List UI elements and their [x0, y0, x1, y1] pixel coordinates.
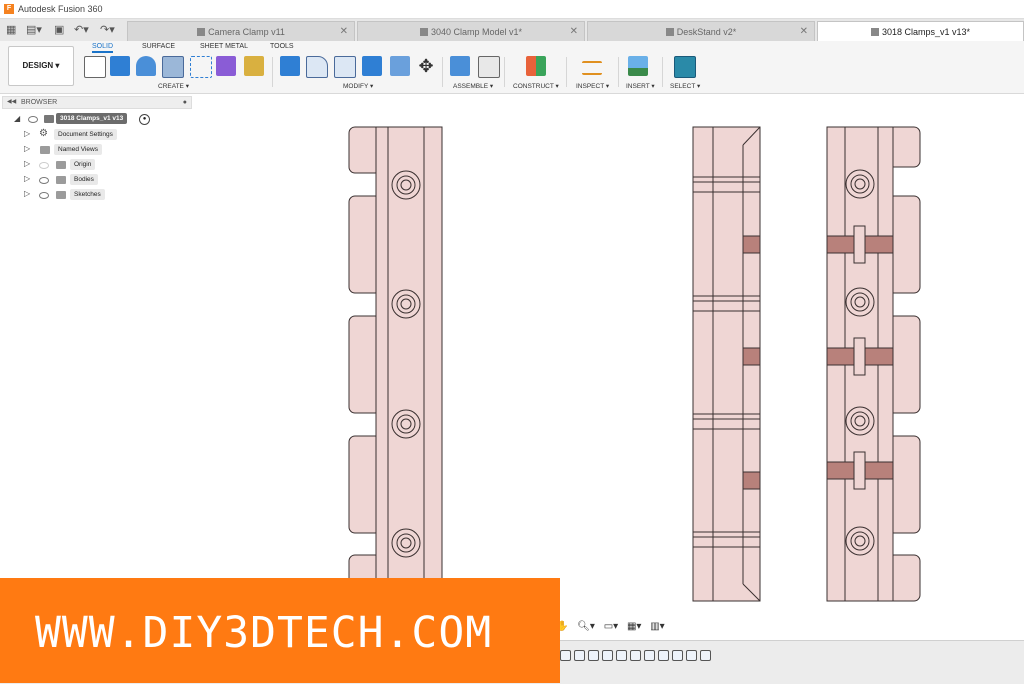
joint-icon[interactable]	[478, 56, 500, 78]
modify-menu[interactable]: MODIFY ▾	[343, 82, 373, 90]
timeline-marker-icon[interactable]	[700, 650, 711, 661]
display-settings-icon[interactable]: ▭▾	[604, 621, 618, 632]
ribbon-toolbar: DESIGN ▾ SOLID SURFACE SHEET METAL TOOLS…	[0, 41, 1024, 94]
timeline-sketch-icon[interactable]	[588, 650, 599, 661]
select-icon[interactable]	[674, 56, 696, 78]
timeline-sketch-icon[interactable]	[574, 650, 585, 661]
inspect-menu[interactable]: INSPECT ▾	[576, 82, 609, 90]
create-base-feature-icon[interactable]	[244, 56, 264, 76]
split-body-icon[interactable]	[390, 56, 410, 76]
watermark-banner: WWW.DIY3DTECH.COM	[0, 578, 560, 683]
move-icon[interactable]: ✥	[416, 56, 436, 76]
navigation-bar: ✋ 🔍︎▾ ▭▾ ▦▾ ▥▾	[556, 621, 671, 639]
tab-label: 3018 Clamps_v1 v13*	[881, 27, 971, 37]
extrude-icon[interactable]	[110, 56, 130, 76]
workspace-switcher[interactable]: DESIGN ▾	[8, 46, 74, 86]
pattern-icon[interactable]	[190, 56, 212, 78]
timeline-hole-icon[interactable]	[672, 650, 683, 661]
insert-menu[interactable]: INSERT ▾	[626, 82, 655, 90]
viewports-icon[interactable]: ▥▾	[650, 621, 664, 632]
tab-label: Camera Clamp v11	[208, 27, 285, 37]
insert-image-icon[interactable]	[628, 56, 648, 76]
tab-3040-clamp[interactable]: 3040 Clamp Model v1* ✕	[357, 21, 585, 41]
create-form-icon[interactable]	[216, 56, 236, 76]
shell-icon[interactable]	[334, 56, 356, 78]
tab-tools[interactable]: TOOLS	[270, 43, 294, 50]
tab-label: 3040 Clamp Model v1*	[430, 27, 523, 37]
select-menu[interactable]: SELECT ▾	[670, 82, 700, 90]
side-view-part[interactable]	[692, 126, 761, 602]
banner-text: WWW.DIY3DTECH.COM	[35, 608, 493, 658]
grid-menu-icon[interactable]: ▦	[6, 23, 16, 36]
hole-icon[interactable]	[162, 56, 184, 78]
tab-solid[interactable]: SOLID	[92, 43, 114, 53]
measure-icon[interactable]	[582, 61, 602, 75]
divider	[662, 57, 663, 87]
tab-3018-clamps[interactable]: 3018 Clamps_v1 v13*	[817, 21, 1024, 41]
title-bar: F Autodesk Fusion 360	[0, 0, 1024, 19]
close-icon[interactable]: ✕	[800, 22, 808, 42]
offset-plane-icon[interactable]	[526, 56, 546, 76]
create-sketch-icon[interactable]	[84, 56, 106, 78]
cube-icon	[419, 28, 428, 36]
divider	[566, 57, 567, 87]
create-menu[interactable]: CREATE ▾	[158, 82, 189, 90]
combine-icon[interactable]	[362, 56, 382, 76]
redo-icon[interactable]: ↷▾	[100, 23, 115, 36]
timeline-fillet-icon[interactable]	[658, 650, 669, 661]
cube-icon	[197, 28, 206, 36]
tab-surface[interactable]: SURFACE	[142, 43, 175, 50]
timeline-fillet-icon[interactable]	[644, 650, 655, 661]
file-menu-icon[interactable]: ▤▾	[26, 23, 42, 36]
save-icon[interactable]: ▣	[54, 23, 64, 36]
front-view-part[interactable]	[348, 126, 443, 598]
timeline-sketch-icon[interactable]	[560, 650, 571, 661]
undo-icon[interactable]: ↶▾	[74, 23, 89, 36]
tab-label: DeskStand v2*	[676, 27, 737, 37]
timeline-fillet-icon[interactable]	[630, 650, 641, 661]
document-tab-bar: ▦ ▤▾ ▣ ↶▾ ↷▾ Camera Clamp v11 ✕ 3040 Cla…	[0, 19, 1024, 42]
timeline-features[interactable]	[560, 648, 714, 664]
back-view-part[interactable]	[826, 126, 921, 602]
assemble-menu[interactable]: ASSEMBLE ▾	[453, 82, 493, 90]
app-title: Autodesk Fusion 360	[18, 4, 103, 14]
cube-icon	[870, 28, 879, 36]
close-icon[interactable]: ✕	[340, 22, 348, 42]
timeline-hole-icon[interactable]	[686, 650, 697, 661]
close-icon[interactable]: ✕	[570, 22, 578, 42]
tab-deskstand[interactable]: DeskStand v2* ✕	[587, 21, 815, 41]
divider	[504, 57, 505, 87]
cube-icon	[665, 28, 674, 36]
revolve-icon[interactable]	[136, 56, 156, 76]
tab-camera-clamp[interactable]: Camera Clamp v11 ✕	[127, 21, 355, 41]
construct-menu[interactable]: CONSTRUCT ▾	[513, 82, 559, 90]
timeline-extrude-icon[interactable]	[602, 650, 613, 661]
press-pull-icon[interactable]	[280, 56, 300, 76]
grid-settings-icon[interactable]: ▦▾	[627, 621, 641, 632]
divider	[618, 57, 619, 87]
new-component-icon[interactable]	[450, 56, 470, 76]
fillet-icon[interactable]	[306, 56, 328, 78]
fusion-logo-icon: F	[4, 4, 14, 14]
tab-sheet-metal[interactable]: SHEET METAL	[200, 43, 248, 50]
timeline-extrude-icon[interactable]	[616, 650, 627, 661]
zoom-icon[interactable]: 🔍︎▾	[577, 621, 595, 632]
divider	[442, 57, 443, 87]
divider	[272, 57, 273, 87]
